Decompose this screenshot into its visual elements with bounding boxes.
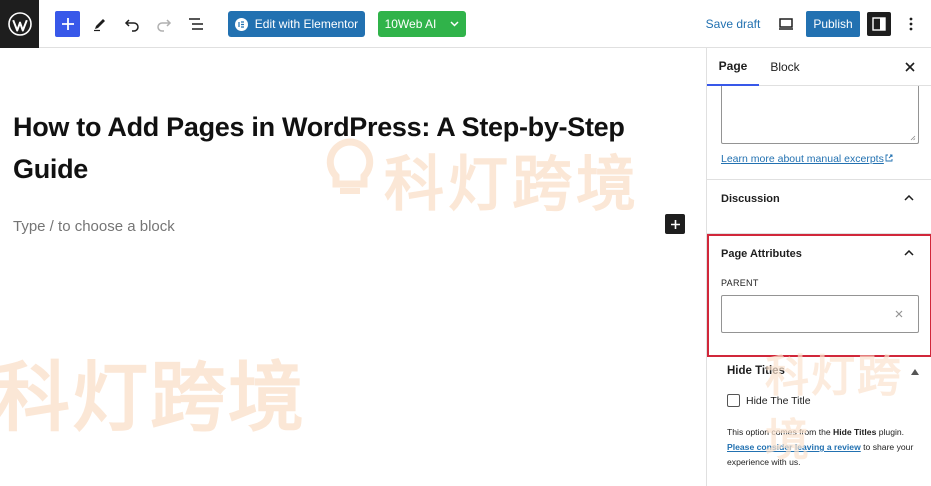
add-block-button[interactable] (665, 214, 685, 234)
pencil-icon (94, 19, 105, 32)
sidebar-tabs: Page Block (707, 48, 931, 86)
undo-button[interactable] (120, 11, 144, 37)
block-placeholder[interactable]: Type / to choose a block (13, 218, 175, 235)
tab-page[interactable]: Page (707, 48, 759, 86)
resize-handle-icon (910, 135, 916, 141)
edit-with-elementor-button[interactable]: Edit with Elementor (228, 11, 365, 37)
plus-icon (61, 18, 74, 30)
close-icon (905, 62, 915, 72)
preview-button[interactable] (773, 11, 799, 37)
elementor-label: Edit with Elementor (254, 17, 359, 31)
elementor-icon (234, 17, 248, 31)
close-settings-button[interactable] (900, 57, 920, 77)
chevron-down-icon (450, 21, 459, 27)
close-icon (895, 310, 903, 318)
desktop-icon (779, 18, 793, 30)
discussion-panel-title[interactable]: Discussion (721, 193, 780, 205)
publish-button[interactable]: Publish (806, 11, 860, 37)
excerpt-textarea[interactable] (721, 86, 919, 144)
watermark-text: 科灯跨境 (0, 356, 306, 441)
hide-title-checkbox[interactable] (727, 394, 740, 407)
more-vertical-icon (909, 17, 913, 31)
redo-button[interactable] (152, 11, 176, 37)
divider (707, 179, 931, 180)
excerpt-link-text: Learn more about manual excerpts (721, 153, 884, 165)
save-draft-button[interactable]: Save draft (703, 11, 763, 37)
block-inserter-button[interactable] (55, 11, 80, 37)
clear-parent-button[interactable] (891, 306, 907, 322)
options-button[interactable] (899, 11, 923, 37)
chevron-up-icon (904, 195, 914, 201)
ai-label: 10Web AI (384, 17, 437, 31)
list-view-icon (189, 18, 203, 30)
tab-block[interactable]: Block (759, 48, 811, 86)
page-attributes-panel-title[interactable]: Page Attributes (721, 248, 802, 260)
wordpress-logo[interactable] (0, 0, 39, 48)
10web-ai-button[interactable]: 10Web AI (378, 11, 466, 37)
tools-button[interactable] (88, 11, 112, 37)
wordpress-icon (7, 12, 32, 36)
undo-icon (124, 19, 139, 32)
page-attributes-toggle[interactable] (901, 245, 917, 261)
plus-icon (670, 219, 680, 229)
parent-page-combobox[interactable] (721, 295, 919, 333)
parent-label: PARENT (721, 278, 759, 288)
document-overview-button[interactable] (184, 11, 208, 37)
excerpt-help-link[interactable]: Learn more about manual excerpts (721, 153, 893, 165)
discussion-toggle[interactable] (901, 190, 917, 206)
external-link-icon (885, 154, 893, 162)
redo-icon (157, 19, 172, 32)
editor-toolbar: Edit with Elementor 10Web AI Save draft … (0, 0, 931, 48)
settings-toggle-button[interactable] (867, 12, 891, 36)
post-title[interactable]: How to Add Pages in WordPress: A Step-by… (13, 106, 693, 190)
sidebar-icon (872, 17, 886, 31)
watermark-text: 科灯跨境 (765, 352, 903, 465)
chevron-up-icon (904, 250, 914, 256)
editor-canvas: 科灯跨境 科灯跨境 How to Add Pages in WordPress:… (0, 48, 706, 486)
